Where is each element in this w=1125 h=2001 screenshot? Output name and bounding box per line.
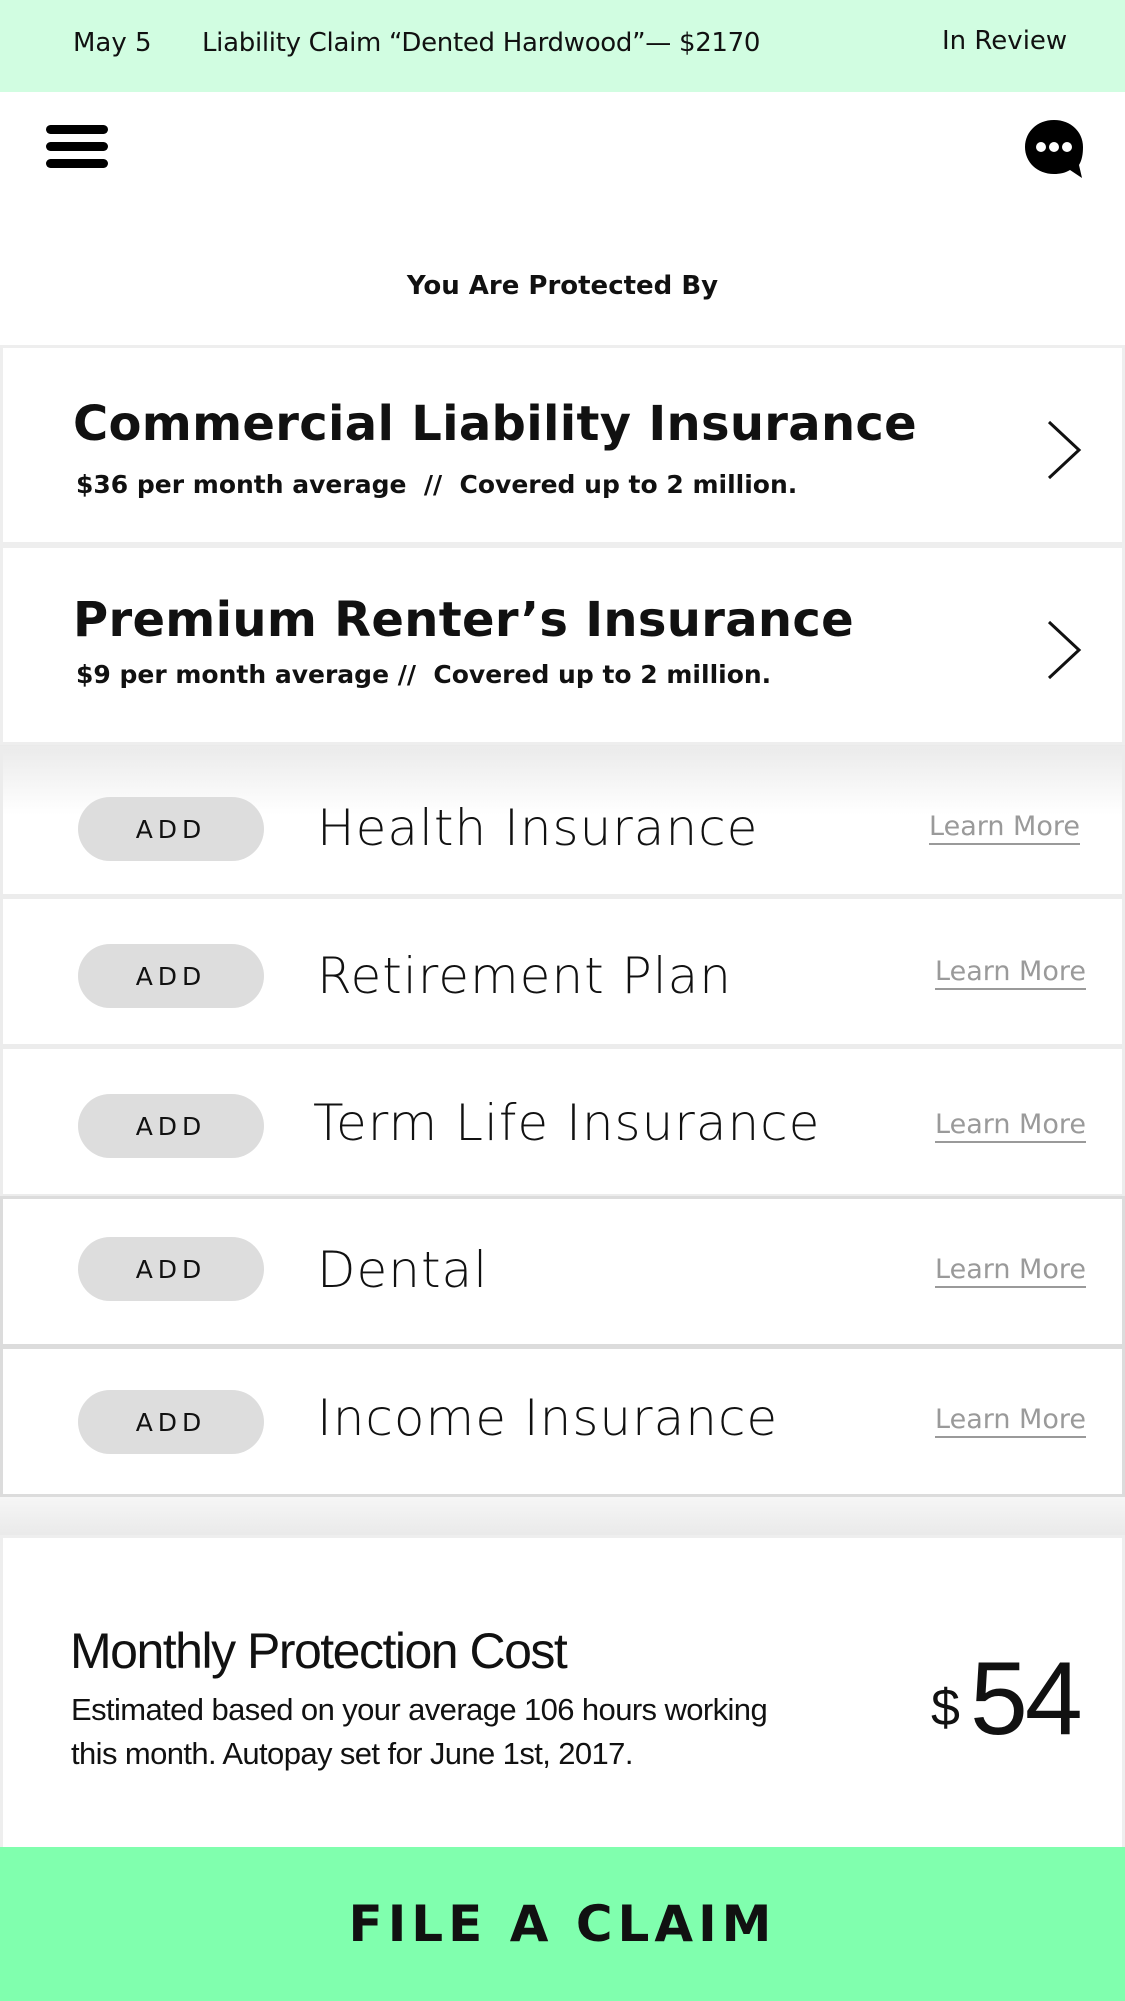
section-heading: You Are Protected By (406, 271, 719, 301)
currency-symbol: $ (931, 1679, 960, 1737)
add-button[interactable]: ADD (78, 1390, 264, 1454)
policy-title: Commercial Liability Insurance (73, 396, 918, 452)
chevron-right-icon[interactable] (1043, 618, 1083, 682)
chevron-right-icon[interactable] (1043, 418, 1083, 482)
hamburger-menu-icon[interactable] (46, 125, 110, 175)
add-button[interactable]: ADD (78, 1094, 264, 1158)
option-name: Retirement Plan (317, 947, 732, 1005)
claim-summary: Liability Claim “Dented Hardwood”— $2170 (202, 28, 761, 58)
claim-date: May 5 (73, 28, 152, 58)
file-claim-button[interactable]: FILE A CLAIM (0, 1847, 1125, 2001)
learn-more-link[interactable]: Learn More (935, 1404, 1086, 1435)
option-row-income: ADD Income Insurance Learn More (0, 1346, 1125, 1497)
chat-bubble-icon[interactable] (1022, 117, 1086, 181)
option-row-retirement: ADD Retirement Plan Learn More (0, 896, 1125, 1047)
policy-card-commercial-liability[interactable]: Commercial Liability Insurance $36 per m… (0, 345, 1125, 545)
option-row-health: ADD Health Insurance Learn More (0, 746, 1125, 897)
claim-status: In Review (942, 26, 1068, 56)
option-name: Term Life Insurance (313, 1094, 821, 1152)
monthly-cost-description: Estimated based on your average 106 hour… (71, 1692, 768, 1771)
learn-more-link[interactable]: Learn More (935, 1254, 1086, 1285)
option-name: Dental (317, 1241, 489, 1299)
add-button[interactable]: ADD (78, 797, 264, 861)
option-row-dental: ADD Dental Learn More (0, 1196, 1125, 1347)
policy-details: $36 per month average // Covered up to 2… (76, 470, 798, 499)
option-name: Health Insurance (317, 799, 759, 857)
monthly-cost-amount: 54 (970, 1641, 1083, 1757)
option-name: Income Insurance (317, 1389, 779, 1447)
policy-details: $9 per month average // Covered up to 2 … (76, 660, 772, 689)
learn-more-link[interactable]: Learn More (935, 1109, 1086, 1140)
policy-card-renters[interactable]: Premium Renter’s Insurance $9 per month … (0, 545, 1125, 745)
claim-status-banner[interactable]: May 5 Liability Claim “Dented Hardwood”—… (0, 0, 1125, 92)
learn-more-link[interactable]: Learn More (929, 811, 1080, 842)
add-button[interactable]: ADD (78, 944, 264, 1008)
add-button[interactable]: ADD (78, 1237, 264, 1301)
monthly-cost-panel: Monthly Protection Cost Estimated based … (0, 1535, 1125, 1847)
section-divider-shadow (0, 1497, 1125, 1537)
learn-more-link[interactable]: Learn More (935, 956, 1086, 987)
policy-title: Premium Renter’s Insurance (73, 592, 854, 648)
option-row-term-life: ADD Term Life Insurance Learn More (0, 1046, 1125, 1197)
monthly-cost-title: Monthly Protection Cost (70, 1623, 568, 1679)
